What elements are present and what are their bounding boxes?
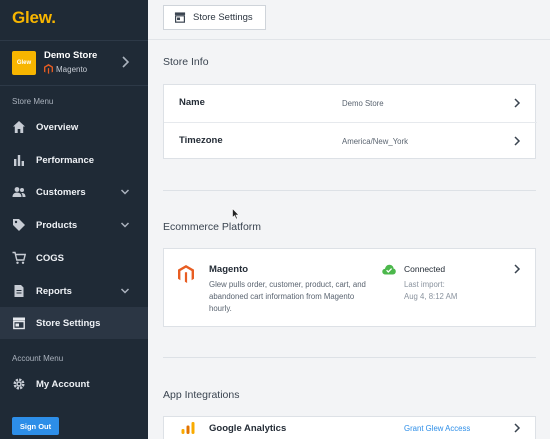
bar-chart-icon (14, 155, 24, 166)
sign-out-button[interactable]: Sign Out (12, 417, 59, 435)
main-content: Store Settings Store Info Name Demo Stor… (148, 0, 550, 439)
chevron-right-icon (514, 264, 521, 274)
sidebar-item-products[interactable]: Products (0, 209, 148, 241)
cart-icon (12, 251, 26, 264)
ecommerce-heading: Ecommerce Platform (163, 221, 262, 233)
sidebar-item-label: Overview (36, 121, 79, 133)
row-value: America/New_York (342, 137, 409, 146)
tag-icon (13, 219, 25, 231)
chevron-right-icon (514, 423, 521, 433)
store-badge: Glew (12, 51, 36, 75)
integration-card-google-analytics[interactable]: Google Analytics Grant Glew Access (163, 416, 536, 439)
ecommerce-card[interactable]: Magento Glew pulls order, customer, prod… (163, 248, 536, 327)
sidebar-item-reports[interactable]: Reports (0, 275, 148, 307)
top-bar: Store Settings (148, 0, 550, 40)
sidebar-item-customers[interactable]: Customers (0, 176, 148, 208)
chevron-down-icon (120, 222, 130, 228)
store-switcher[interactable]: Glew Demo Store Magento (0, 40, 148, 86)
storefront-icon (13, 317, 25, 330)
section-divider (163, 357, 536, 358)
sidebar-item-label: Store Settings (36, 317, 101, 329)
grant-access-link[interactable]: Grant Glew Access (404, 424, 470, 433)
account-menu-label: Account Menu (12, 354, 64, 363)
document-icon (14, 285, 24, 297)
home-icon (13, 121, 25, 133)
google-analytics-icon (181, 422, 195, 434)
integration-name: Google Analytics (209, 423, 287, 434)
row-label: Timezone (179, 135, 223, 146)
sidebar-item-overview[interactable]: Overview (0, 111, 148, 143)
store-platform: Magento (44, 64, 87, 74)
last-import-value: Aug 4, 8:12 AM (404, 292, 458, 301)
store-info-heading: Store Info (163, 56, 209, 68)
chevron-down-icon (120, 189, 130, 195)
mouse-cursor-icon (232, 208, 240, 220)
store-menu-label: Store Menu (12, 97, 54, 106)
last-import-label: Last import: (404, 280, 445, 289)
sidebar-item-label: Reports (36, 285, 72, 297)
sidebar-item-performance[interactable]: Performance (0, 144, 148, 176)
users-icon (12, 187, 26, 197)
chevron-right-icon (514, 98, 521, 108)
store-info-row-name[interactable]: Name Demo Store (164, 85, 537, 122)
gear-icon (13, 378, 25, 390)
sidebar-item-label: COGS (36, 252, 64, 264)
cloud-check-icon (382, 264, 396, 275)
store-info-card: Name Demo Store Timezone America/New_Yor… (163, 84, 537, 160)
sidebar-item-cogs[interactable]: COGS (0, 242, 148, 274)
sidebar-item-label: Performance (36, 154, 95, 166)
row-value: Demo Store (342, 99, 384, 108)
chevron-right-icon (514, 136, 521, 146)
store-info-row-timezone[interactable]: Timezone America/New_York (164, 123, 537, 160)
store-platform-label: Magento (56, 64, 88, 74)
chevron-down-icon (120, 288, 130, 294)
chevron-right-icon (122, 56, 130, 68)
store-name: Demo Store (44, 50, 98, 61)
sidebar-item-label: Products (36, 219, 78, 231)
sidebar-item-label: My Account (36, 378, 90, 390)
connection-status: Connected (404, 264, 446, 274)
section-divider (163, 190, 536, 191)
sidebar-item-store-settings[interactable]: Store Settings (0, 307, 148, 339)
glew-logo[interactable]: Glew. (12, 8, 56, 28)
platform-name: Magento (209, 264, 249, 275)
magento-logo-icon (178, 265, 194, 283)
magento-icon (44, 64, 53, 74)
integrations-heading: App Integrations (163, 389, 240, 401)
sidebar-item-my-account[interactable]: My Account (0, 368, 148, 400)
tab-store-settings[interactable]: Store Settings (163, 5, 266, 30)
platform-description: Glew pulls order, customer, product, car… (209, 280, 366, 313)
sidebar: Glew. Glew Demo Store Magento Store Menu… (0, 0, 148, 439)
row-label: Name (179, 97, 205, 108)
tab-label: Store Settings (193, 12, 253, 23)
storefront-icon (174, 12, 186, 23)
last-import: Last import: Aug 4, 8:12 AM (404, 279, 457, 303)
sidebar-item-label: Customers (36, 186, 86, 198)
